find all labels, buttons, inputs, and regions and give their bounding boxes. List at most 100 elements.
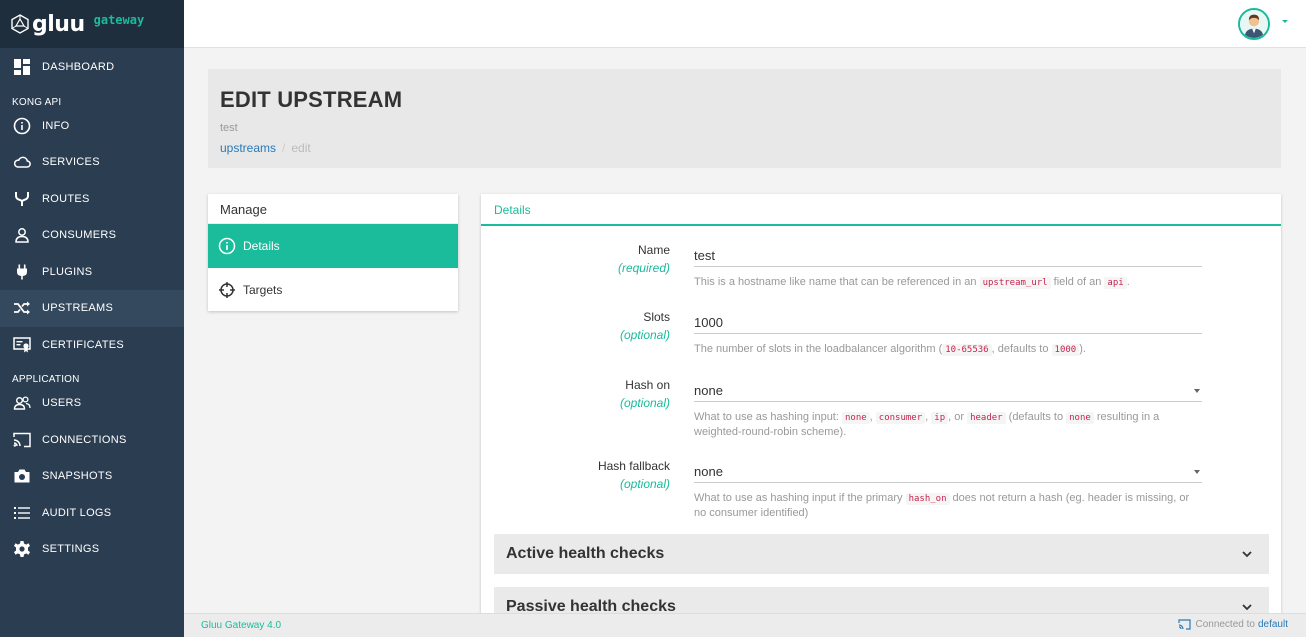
- hash-fallback-label-text: Hash fallback: [597, 459, 670, 473]
- nav-group-kong: KONG API: [12, 96, 62, 108]
- nav-info[interactable]: INFO: [0, 108, 184, 145]
- hash-on-value: none: [694, 383, 723, 398]
- info-icon: [12, 116, 32, 136]
- plug-icon: [12, 262, 32, 282]
- passive-health-checks-title: Passive health checks: [506, 598, 676, 614]
- nav-group-application: APPLICATION: [12, 374, 80, 385]
- active-health-checks-accordion[interactable]: Active health checks: [494, 534, 1269, 574]
- nav-services-label: SERVICES: [42, 156, 100, 169]
- nav-audit-logs-label: AUDIT LOGS: [42, 506, 112, 519]
- active-health-checks-title: Active health checks: [506, 545, 665, 562]
- chevron-down-icon: [1242, 604, 1252, 611]
- users-icon: [12, 393, 32, 413]
- nav-routes[interactable]: ROUTES: [0, 181, 184, 218]
- hash-fallback-help: What to use as hashing input if the prim…: [694, 492, 1190, 519]
- breadcrumb-current: edit: [291, 141, 311, 155]
- chevron-down-icon: [1194, 389, 1200, 393]
- nav-settings-label: SETTINGS: [42, 543, 100, 556]
- user-avatar[interactable]: [1238, 8, 1270, 40]
- hash-on-select[interactable]: none: [694, 378, 1202, 402]
- nav-consumers[interactable]: CONSUMERS: [0, 217, 184, 254]
- connection-label: Connected to: [1195, 619, 1255, 630]
- name-input[interactable]: test: [694, 243, 1202, 267]
- nav-snapshots[interactable]: SNAPSHOTS: [0, 458, 184, 495]
- nav-dashboard-label: DASHBOARD: [42, 61, 115, 74]
- hash-fallback-hint: (optional): [619, 477, 670, 491]
- hash-fallback-value: none: [694, 464, 723, 479]
- tab-details[interactable]: Details: [481, 194, 1281, 226]
- user-icon: [12, 225, 32, 245]
- hash-on-hint: (optional): [619, 396, 670, 410]
- nav-connections[interactable]: CONNECTIONS: [0, 422, 184, 459]
- nav-plugins-label: PLUGINS: [42, 265, 93, 278]
- dashboard-icon: [12, 57, 32, 77]
- manage-panel: Manage Details Targets: [208, 194, 458, 311]
- hash-on-label-text: Hash on: [625, 378, 670, 392]
- nav-users-label: USERS: [42, 397, 82, 410]
- hash-on-help: What to use as hashing input: none, cons…: [694, 411, 1160, 438]
- nav-users[interactable]: USERS: [0, 385, 184, 422]
- nav-certificates[interactable]: CERTIFICATES: [0, 327, 184, 364]
- page-subtitle: test: [220, 122, 238, 134]
- footer: Gluu Gateway 4.0 Connected to default: [184, 613, 1306, 637]
- breadcrumb: upstreams / edit: [220, 141, 1269, 155]
- shuffle-icon: [12, 298, 32, 318]
- manage-details-label: Details: [243, 239, 280, 253]
- nav-info-label: INFO: [42, 119, 70, 132]
- cloud-icon: [12, 152, 32, 172]
- breadcrumb-upstreams-link[interactable]: upstreams: [220, 141, 276, 155]
- nav-consumers-label: CONSUMERS: [42, 229, 117, 242]
- slots-input[interactable]: 1000: [694, 310, 1202, 334]
- name-help: This is a hostname like name that can be…: [694, 276, 1130, 289]
- avatar-dropdown-caret-icon[interactable]: [1282, 20, 1288, 23]
- nav-certificates-label: CERTIFICATES: [42, 338, 125, 351]
- manage-targets-item[interactable]: Targets: [208, 268, 458, 312]
- brand-logo[interactable]: gluu gateway: [0, 0, 184, 48]
- brand-name: gluu: [32, 11, 85, 37]
- connection-status: Connected to default: [1178, 619, 1288, 630]
- gear-icon: [12, 539, 32, 559]
- avatar-icon: [1240, 10, 1268, 38]
- certificate-icon: [12, 335, 32, 355]
- slots-label: Slots (optional): [620, 310, 670, 342]
- brand-subtitle: gateway: [93, 13, 145, 27]
- name-label-text: Name: [637, 243, 670, 257]
- connection-target-link[interactable]: default: [1258, 619, 1288, 630]
- name-label: Name (required): [618, 243, 670, 275]
- cast-icon: [12, 430, 32, 450]
- slots-help: The number of slots in the loadbalancer …: [694, 343, 1086, 356]
- slots-hint: (optional): [619, 328, 670, 342]
- info-icon: [218, 237, 236, 255]
- nav-plugins[interactable]: PLUGINS: [0, 254, 184, 291]
- nav-audit-logs[interactable]: AUDIT LOGS: [0, 495, 184, 532]
- chevron-down-icon: [1242, 551, 1252, 558]
- nav-dashboard[interactable]: DASHBOARD: [0, 49, 184, 86]
- nav-settings[interactable]: SETTINGS: [0, 531, 184, 568]
- topbar: [184, 0, 1306, 48]
- nav-upstreams[interactable]: UPSTREAMS: [0, 290, 184, 327]
- hash-on-label: Hash on (optional): [620, 378, 670, 410]
- page-title: EDIT UPSTREAM: [220, 87, 403, 112]
- name-field: test This is a hostname like name that c…: [694, 243, 1202, 290]
- manage-title: Manage: [208, 194, 458, 224]
- nav-routes-label: ROUTES: [42, 192, 90, 205]
- crosshair-icon: [218, 281, 236, 299]
- nav-snapshots-label: SNAPSHOTS: [42, 470, 113, 483]
- page-header: EDIT UPSTREAM test upstreams / edit: [208, 69, 1281, 168]
- list-icon: [12, 503, 32, 523]
- nav-services[interactable]: SERVICES: [0, 144, 184, 181]
- details-panel: Details Name (required) test This is a h…: [481, 194, 1281, 614]
- hash-fallback-field: none What to use as hashing input if the…: [694, 459, 1202, 520]
- gluu-logo-icon: [11, 14, 29, 34]
- cast-icon: [1178, 619, 1192, 630]
- sidebar: gluu gateway DASHBOARD KONG API INFO SER…: [0, 0, 184, 637]
- nav-connections-label: CONNECTIONS: [42, 433, 127, 446]
- hash-fallback-label: Hash fallback (optional): [598, 459, 670, 491]
- camera-icon: [12, 466, 32, 486]
- passive-health-checks-accordion[interactable]: Passive health checks: [494, 587, 1269, 614]
- slots-label-text: Slots: [643, 310, 670, 324]
- footer-version: Gluu Gateway 4.0: [201, 620, 282, 631]
- manage-details-item[interactable]: Details: [208, 224, 458, 268]
- chevron-down-icon: [1194, 470, 1200, 474]
- hash-fallback-select[interactable]: none: [694, 459, 1202, 483]
